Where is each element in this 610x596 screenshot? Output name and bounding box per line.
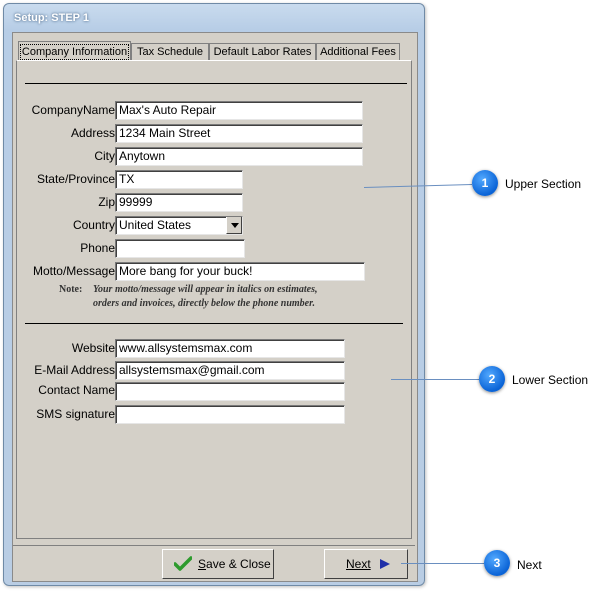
email-field[interactable]: allsystemsmax@gmail.com — [115, 361, 345, 380]
save-close-label-rest: ave & Close — [206, 557, 271, 571]
tab-label: Additional Fees — [320, 46, 396, 58]
tab-additional-fees[interactable]: Additional Fees — [316, 43, 400, 60]
callout-line-3 — [401, 563, 484, 564]
website-label: Website — [71, 341, 115, 355]
country-value: United States — [119, 218, 192, 232]
phone-field[interactable] — [115, 239, 245, 258]
phone-label: Phone — [80, 241, 115, 255]
note-label: Note: — [59, 284, 83, 295]
lower-divider — [25, 323, 403, 324]
city-field[interactable]: Anytown — [115, 147, 363, 166]
window-title: Setup: STEP 1 — [14, 12, 89, 24]
callout-text-next: Next — [517, 558, 542, 572]
state-label: State/Province — [36, 172, 115, 186]
city-label: City — [94, 149, 115, 163]
tab-tax-schedule[interactable]: Tax Schedule — [131, 43, 209, 60]
callout-text-lower-section: Lower Section — [512, 373, 589, 387]
tab-label: Tax Schedule — [136, 46, 204, 58]
country-select[interactable]: United States — [115, 216, 243, 235]
callout-badge-2: 2 — [479, 366, 505, 392]
motto-field[interactable]: More bang for your buck! — [115, 262, 365, 281]
address-label: Address — [70, 126, 115, 140]
tab-company-information[interactable]: Company Information — [18, 41, 131, 61]
contact-name-field[interactable] — [115, 382, 345, 401]
tab-label: Default Labor Rates — [213, 46, 312, 58]
motto-label: Motto/Message — [32, 264, 115, 278]
country-label: Country — [72, 218, 115, 232]
state-field[interactable]: TX — [115, 170, 243, 189]
sms-signature-field[interactable] — [115, 405, 345, 424]
setup-window: Setup: STEP 1 Company Information Tax Sc… — [3, 3, 425, 586]
contact-name-label: Contact Name — [38, 383, 115, 397]
save-close-button[interactable]: Save & Close — [162, 549, 274, 579]
company-information-panel: CompanyName Max's Auto Repair Address 12… — [16, 60, 412, 539]
zip-label: Zip — [98, 195, 115, 209]
save-close-label: Save & Close — [198, 550, 271, 578]
address-field[interactable]: 1234 Main Street — [115, 124, 363, 143]
next-button[interactable]: Next — [324, 549, 408, 579]
upper-divider — [25, 83, 407, 84]
website-field[interactable]: www.allsystemsmax.com — [115, 339, 345, 358]
footer-bar: Save & Close Next — [13, 545, 415, 580]
tab-default-labor-rates[interactable]: Default Labor Rates — [209, 43, 316, 60]
window-client: Company Information Tax Schedule Default… — [12, 32, 418, 582]
note-line-1: Your motto/message will appear in italic… — [93, 284, 318, 295]
callout-text-upper-section: Upper Section — [505, 177, 582, 191]
chevron-down-icon[interactable] — [226, 217, 242, 234]
callout-line-2 — [391, 379, 479, 380]
next-label: Next — [346, 557, 371, 571]
play-arrow-icon — [380, 559, 390, 569]
zip-field[interactable]: 99999 — [115, 193, 243, 212]
email-label: E-Mail Address — [34, 363, 115, 377]
callout-badge-3: 3 — [484, 550, 510, 576]
callout-badge-1: 1 — [472, 170, 498, 196]
company-name-label: CompanyName — [31, 103, 115, 117]
note-line-2: orders and invoices, directly below the … — [93, 298, 315, 309]
tab-label: Company Information — [19, 44, 130, 60]
motto-note: Note: Your motto/message will appear in … — [59, 283, 317, 309]
sms-signature-label: SMS signature — [36, 407, 115, 421]
title-bar: Setup: STEP 1 — [4, 4, 424, 32]
checkmark-icon — [174, 556, 192, 571]
save-close-label-accel: S — [198, 557, 207, 571]
company-name-field[interactable]: Max's Auto Repair — [115, 101, 363, 120]
